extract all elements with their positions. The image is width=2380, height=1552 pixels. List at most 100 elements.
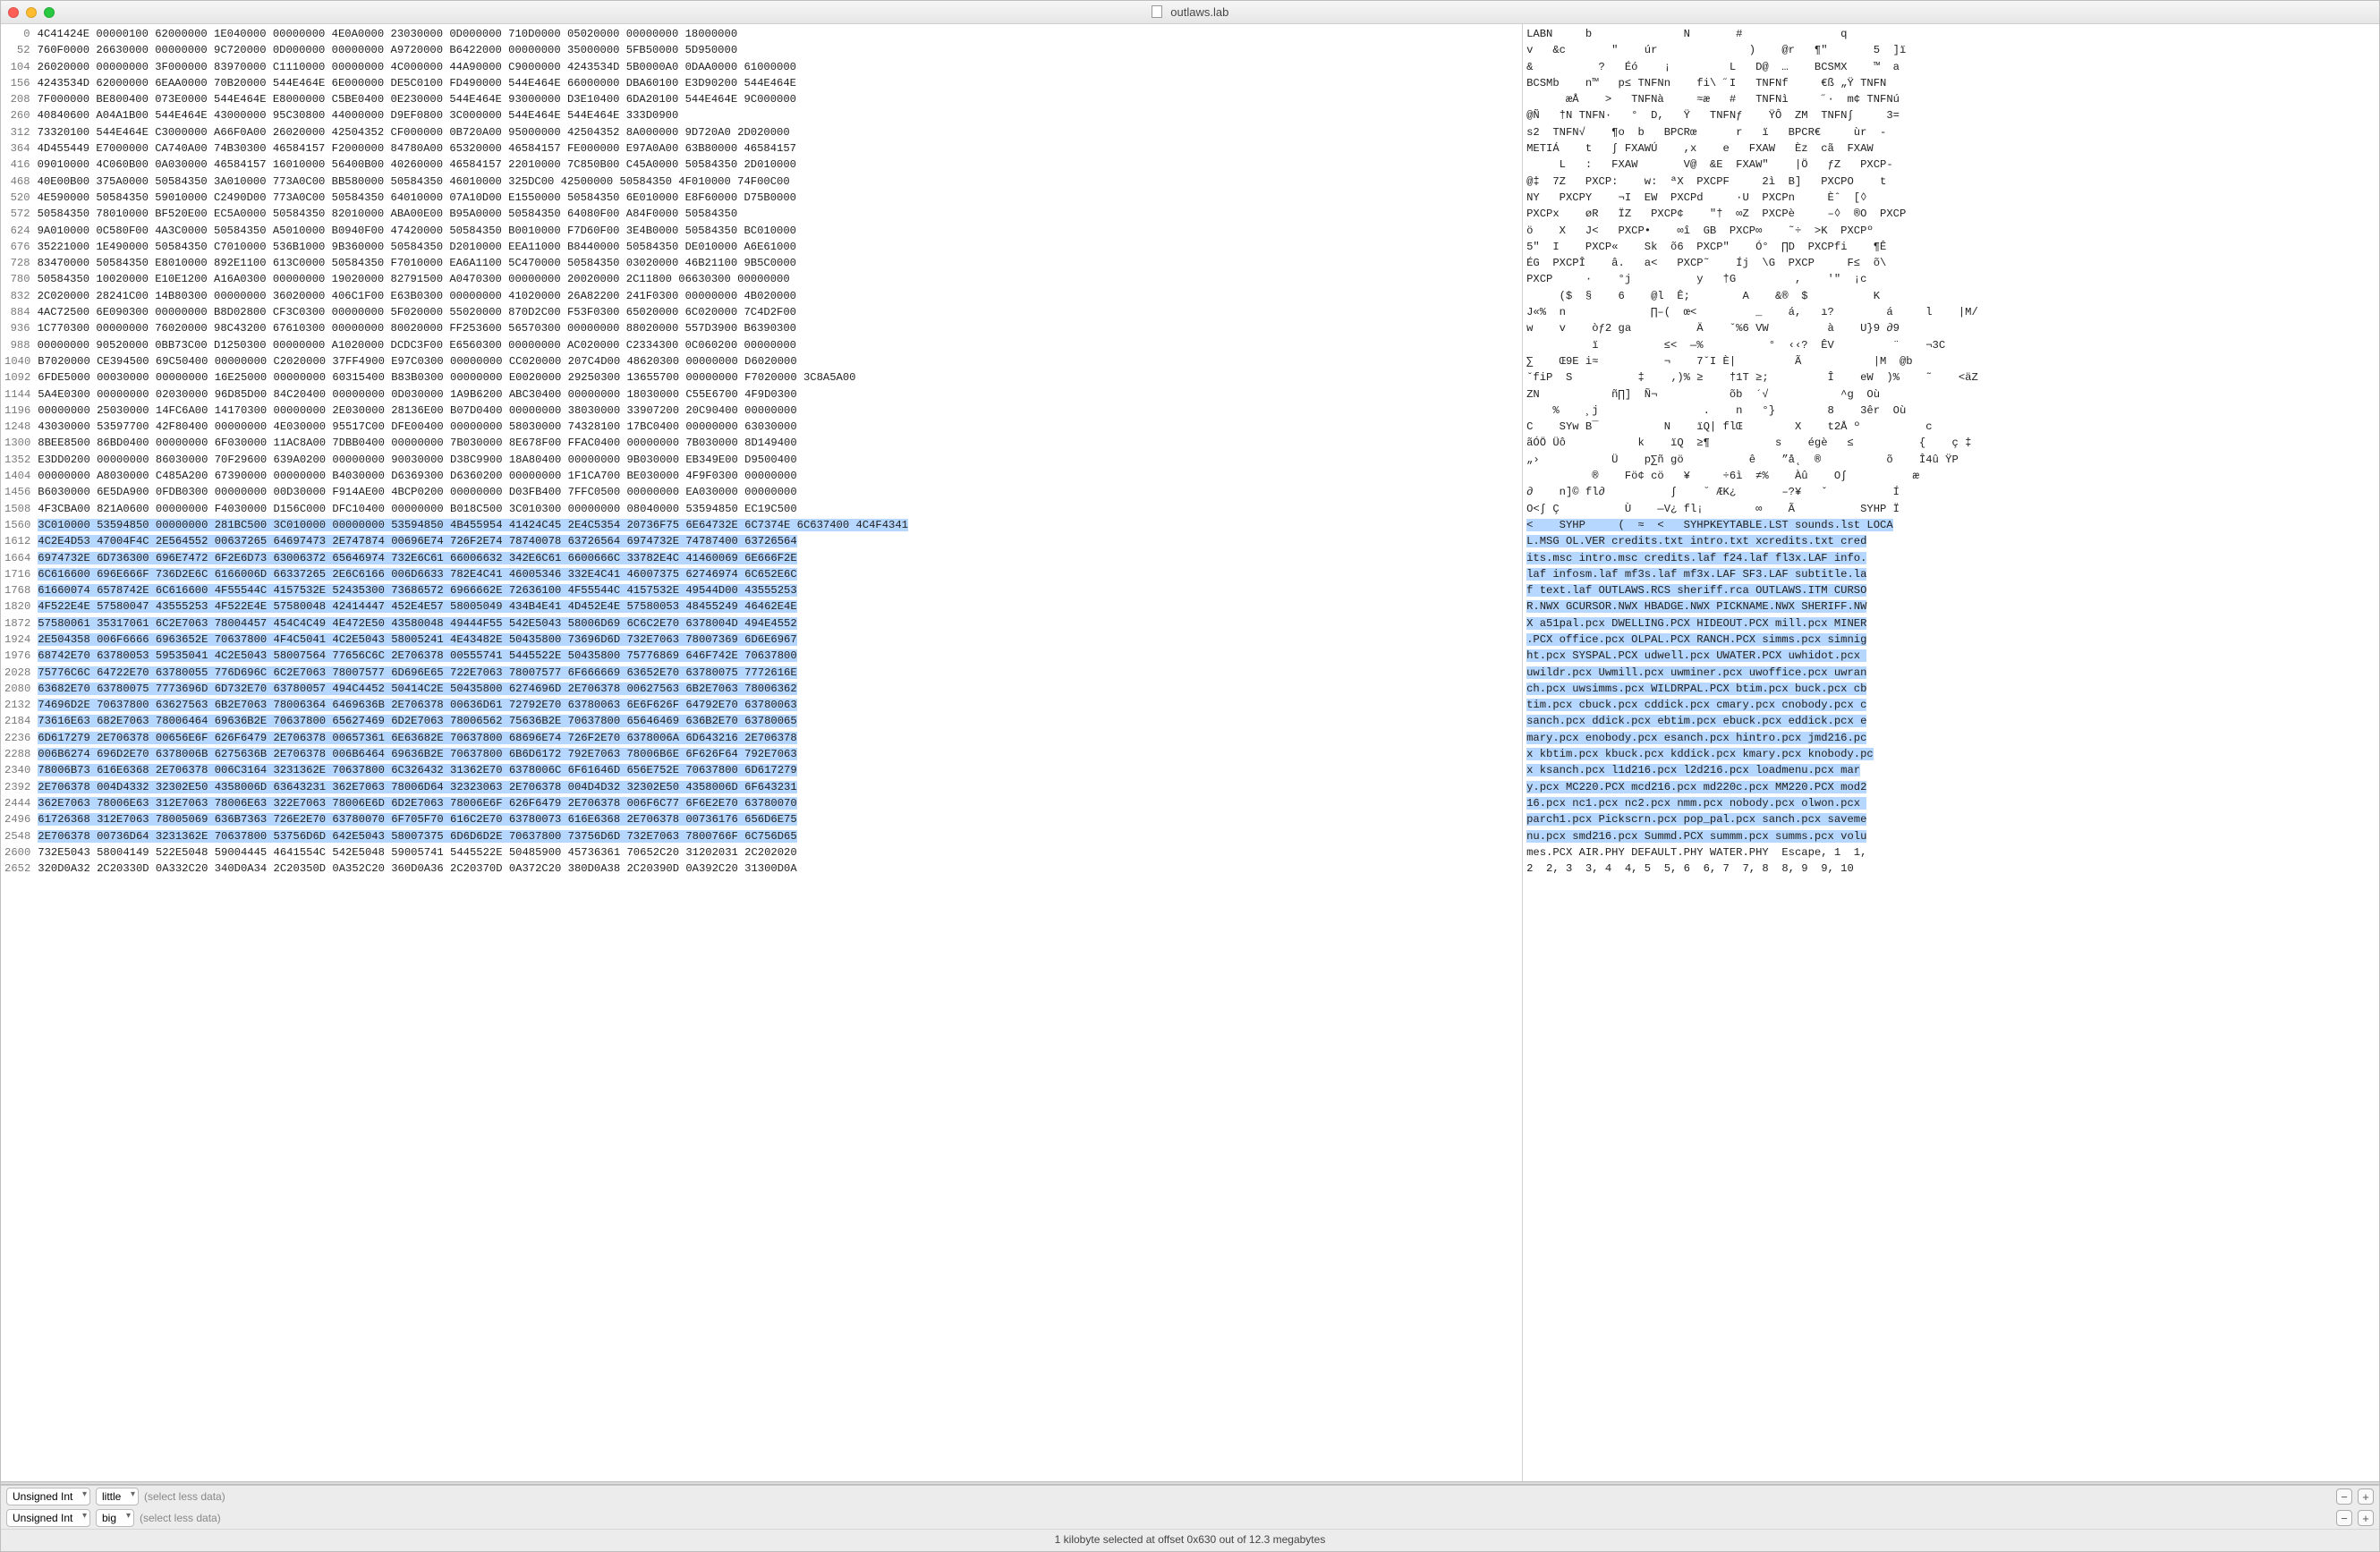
hex-row[interactable]: 41609010000 4C060B00 0A030000 46584157 1…: [4, 157, 1518, 173]
hex-row[interactable]: 1564243534D 62000000 6EAA0000 70B20000 5…: [4, 75, 1518, 91]
hex-bytes[interactable]: 43030000 53597700 42F80400 00000000 4E03…: [38, 420, 796, 433]
endian-select-1[interactable]: little: [96, 1488, 139, 1505]
ascii-row[interactable]: 5" I PXCP« Sk õ6 PXCP" Ó° ∏D PXCPfi ¶Ê: [1526, 239, 2376, 255]
ascii-text[interactable]: PXCPx øR ÏZ PXCP¢ "† ∞Z PXCPè –◊ ®O PXCP: [1526, 208, 1906, 220]
ascii-row[interactable]: æÅ > TNFNà ≈æ # TNFNì ˝· m¢ TNFNú: [1526, 91, 2376, 107]
ascii-text[interactable]: ® Fö¢ cö ¥ ÷6ì ≠% Àû O∫ æ: [1526, 470, 1919, 482]
hex-bytes[interactable]: 09010000 4C060B00 0A030000 46584157 1601…: [38, 158, 796, 171]
hex-row[interactable]: 2600732E5043 58004149 522E5048 59004445 …: [4, 844, 1518, 861]
ascii-row[interactable]: x ksanch.pcx l1d216.pcx l2d216.pcx loadm…: [1526, 762, 2376, 778]
ascii-text[interactable]: % ¸j . n °} 8 3êr Où: [1526, 404, 1906, 417]
ascii-text[interactable]: uwildr.pcx Uwmill.pcx uwminer.pcx uwoffi…: [1526, 666, 1866, 679]
ascii-row[interactable]: L : FXAW V@ &E FXAW" |Ö ƒZ PXCP-: [1526, 157, 2376, 173]
hex-bytes[interactable]: 78006B73 616E6368 2E706378 006C3164 3231…: [38, 764, 796, 776]
ascii-row[interactable]: 2 2, 3 3, 4 4, 5 5, 6 6, 7 7, 8 8, 9 9, …: [1526, 861, 2376, 877]
hex-row[interactable]: 176861660074 6578742E 6C616600 4F55544C …: [4, 582, 1518, 598]
hex-row[interactable]: 57250584350 78010000 BF520E00 EC5A0000 5…: [4, 206, 1518, 222]
hex-row[interactable]: 8322C020000 28241C00 14B80300 00000000 3…: [4, 288, 1518, 304]
hex-row[interactable]: 16646974732E 6D736300 696E7472 6F2E6D73 …: [4, 550, 1518, 566]
ascii-row[interactable]: PXCP · °j y †G , '" ¡c: [1526, 271, 2376, 287]
plus-button-1[interactable]: +: [2358, 1488, 2374, 1505]
hex-row[interactable]: 46840E00B00 375A0000 50584350 3A010000 7…: [4, 174, 1518, 190]
hex-row[interactable]: 2087F000000 BE800400 073E0000 544E464E E…: [4, 91, 1518, 107]
hex-row[interactable]: 1040B7020000 CE394500 69C50400 00000000 …: [4, 353, 1518, 369]
hex-row[interactable]: 67635221000 1E490000 50584350 C7010000 5…: [4, 239, 1518, 255]
hex-bytes[interactable]: 5A4E0300 00000000 02030000 96D85D00 84C2…: [38, 388, 796, 401]
ascii-text[interactable]: v &c " úr ) @r ¶" 5 ]ï: [1526, 44, 1906, 56]
hex-bytes[interactable]: 00000000 A8030000 C485A200 67390000 0000…: [38, 470, 796, 482]
hex-bytes[interactable]: 4F522E4E 57580047 43555253 4F522E4E 5758…: [38, 600, 796, 613]
ascii-row[interactable]: v &c " úr ) @r ¶" 5 ]ï: [1526, 42, 2376, 58]
hex-row[interactable]: 11445A4E0300 00000000 02030000 96D85D00 …: [4, 386, 1518, 403]
hex-bytes[interactable]: 40840600 A04A1B00 544E464E 43000000 95C3…: [38, 109, 679, 122]
hex-bytes[interactable]: 68742E70 63780053 59535041 4C2E5043 5800…: [38, 649, 796, 662]
ascii-text[interactable]: 16.pcx nc1.pcx nc2.pcx nmm.pcx nobody.pc…: [1526, 797, 1866, 810]
ascii-text[interactable]: X a51pal.pcx DWELLING.PCX HIDEOUT.PCX mi…: [1526, 617, 1866, 630]
ascii-text[interactable]: BCSMb n™ p≤ TNFNn fi\ ˝I TNFNf €ß „Ÿ TNF…: [1526, 77, 1886, 89]
ascii-row[interactable]: its.msc intro.msc credits.laf f24.laf fl…: [1526, 550, 2376, 566]
ascii-text[interactable]: @‡ 7Z PXCP: w: ªX PXCPF 2ì B] PXCPO t: [1526, 175, 1886, 188]
ascii-row[interactable]: uwildr.pcx Uwmill.pcx uwminer.pcx uwoffi…: [1526, 665, 2376, 681]
hex-bytes[interactable]: 75776C6C 64722E70 63780055 776D696C 6C2E…: [38, 666, 796, 679]
hex-bytes[interactable]: 74696D2E 70637800 63627563 6B2E7063 7800…: [38, 699, 796, 711]
hex-bytes[interactable]: 8BEE8500 86BD0400 00000000 6F030000 11AC…: [38, 437, 796, 449]
ascii-row[interactable]: ® Fö¢ cö ¥ ÷6ì ≠% Àû O∫ æ: [1526, 468, 2376, 484]
ascii-text[interactable]: mary.pcx enobody.pcx esanch.pcx hintro.p…: [1526, 732, 1866, 744]
ascii-row[interactable]: ãÓÖ Üô k ïQ ≥¶ s égè ≤ { ç ‡: [1526, 435, 2376, 451]
ascii-row[interactable]: @Ñ †N TNFN· ° D, Ÿ TNFNƒ ŸÔ ZM TNFN∫ 3=: [1526, 107, 2376, 123]
ascii-row[interactable]: O<∫ Ç Ù —V¿ fl¡ ∞ Ã SYHP Ï: [1526, 501, 2376, 517]
hex-bytes[interactable]: 26020000 00000000 3F000000 83970000 C111…: [38, 61, 796, 73]
hex-row[interactable]: 8844AC72500 6E090300 00000000 B8D02800 C…: [4, 304, 1518, 320]
ascii-text[interactable]: ch.pcx uwsimms.pcx WILDRPAL.PCX btim.pcx…: [1526, 683, 1866, 695]
hex-bytes[interactable]: 320D0A32 2C20330D 0A332C20 340D0A34 2C20…: [38, 862, 796, 875]
hex-row[interactable]: 98800000000 90520000 0BB73C00 D1250300 0…: [4, 337, 1518, 353]
hex-row[interactable]: 202875776C6C 64722E70 63780055 776D696C …: [4, 665, 1518, 681]
hex-bytes[interactable]: 63682E70 63780075 7773696D 6D732E70 6378…: [38, 683, 796, 695]
ascii-text[interactable]: ãÓÖ Üô k ïQ ≥¶ s égè ≤ { ç ‡: [1526, 437, 1971, 449]
hex-row[interactable]: 15084F3CBA00 821A0600 00000000 F4030000 …: [4, 501, 1518, 517]
hex-bytes[interactable]: 7F000000 BE800400 073E0000 544E464E E800…: [38, 93, 796, 106]
ascii-text[interactable]: s2 TNFN√ ¶o b BPCRœ r ï BPCR€ ùr -: [1526, 126, 1886, 139]
hex-bytes[interactable]: 760F0000 26630000 00000000 9C720000 0D00…: [38, 44, 738, 56]
ascii-row[interactable]: ht.pcx SYSPAL.PCX udwell.pcx UWATER.PCX …: [1526, 648, 2376, 664]
hex-row[interactable]: 10926FDE5000 00030000 00000000 16E25000 …: [4, 369, 1518, 386]
ascii-row[interactable]: parch1.pcx Pickscrn.pcx pop_pal.pcx sanc…: [1526, 811, 2376, 827]
ascii-row[interactable]: mary.pcx enobody.pcx esanch.pcx hintro.p…: [1526, 730, 2376, 746]
ascii-row[interactable]: sanch.pcx ddick.pcx ebtim.pcx ebuck.pcx …: [1526, 713, 2376, 729]
ascii-text[interactable]: parch1.pcx Pickscrn.pcx pop_pal.pcx sanc…: [1526, 813, 1866, 826]
hex-row[interactable]: 19242E504358 006F6666 6963652E 70637800 …: [4, 632, 1518, 648]
hex-bytes[interactable]: B6030000 6E5DA900 0FDB0300 00000000 00D3…: [38, 486, 796, 498]
ascii-text[interactable]: tim.pcx cbuck.pcx cddick.pcx cmary.pcx c…: [1526, 699, 1866, 711]
hex-row[interactable]: 15603C010000 53594850 00000000 281BC500 …: [4, 517, 1518, 533]
ascii-text[interactable]: NY PXCPY ¬I EW PXCPd ·U PXCPn Èˆ [◊: [1526, 191, 1866, 204]
ascii-text[interactable]: ZN ñ∏] Ñ¬ õb ´√ ^g Où: [1526, 388, 1880, 401]
ascii-row[interactable]: ˇfiP S ‡ ‚)% ≥ †1T ≥; Î eW )% ˜ <äZ: [1526, 369, 2376, 386]
ascii-text[interactable]: ∑ Œ9E i≈ ¬ 7ˇI È| Ã |M @b: [1526, 355, 1913, 368]
hex-bytes[interactable]: 73616E63 682E7063 78006464 69636B2E 7063…: [38, 715, 796, 727]
ascii-text[interactable]: ht.pcx SYSPAL.PCX udwell.pcx UWATER.PCX …: [1526, 649, 1866, 662]
hex-bytes[interactable]: 6D617279 2E706378 00656E6F 626F6479 2E70…: [38, 732, 796, 744]
hex-bytes[interactable]: 362E7063 78006E63 312E7063 78006E63 322E…: [38, 797, 796, 810]
hex-bytes[interactable]: 4F3CBA00 821A0600 00000000 F4030000 D156…: [38, 503, 796, 515]
hex-bytes[interactable]: 6974732E 6D736300 696E7472 6F2E6D73 6300…: [38, 552, 796, 564]
ascii-row[interactable]: LABN b N # q: [1526, 26, 2376, 42]
ascii-row[interactable]: x kbtim.pcx kbuck.pcx kddick.pcx kmary.p…: [1526, 746, 2376, 762]
ascii-text[interactable]: x kbtim.pcx kbuck.pcx kddick.pcx kmary.p…: [1526, 748, 1874, 760]
hex-row[interactable]: 18204F522E4E 57580047 43555253 4F522E4E …: [4, 598, 1518, 615]
hex-bytes[interactable]: 61726368 312E7063 78005069 636B7363 726E…: [38, 813, 796, 826]
ascii-row[interactable]: ($ § 6 @l Ê; A &® $ K: [1526, 288, 2376, 304]
hex-row[interactable]: 218473616E63 682E7063 78006464 69636B2E …: [4, 713, 1518, 729]
plus-button-2[interactable]: +: [2358, 1510, 2374, 1526]
hex-bytes[interactable]: B7020000 CE394500 69C50400 00000000 C202…: [38, 355, 796, 368]
ascii-row[interactable]: f text.laf OUTLAWS.RCS sheriff.rca OUTLA…: [1526, 582, 2376, 598]
hex-row[interactable]: 13008BEE8500 86BD0400 00000000 6F030000 …: [4, 435, 1518, 451]
hex-row[interactable]: 119600000000 25030000 14FC6A00 14170300 …: [4, 403, 1518, 419]
hex-bytes[interactable]: 00000000 90520000 0BB73C00 D1250300 0000…: [38, 339, 796, 352]
hex-bytes[interactable]: 50584350 10020000 E10E1200 A16A0300 0000…: [38, 273, 790, 285]
ascii-row[interactable]: BCSMb n™ p≤ TNFNn fi\ ˝I TNFNf €ß „Ÿ TNF…: [1526, 75, 2376, 91]
hex-row[interactable]: 04C41424E 00000100 62000000 1E040000 000…: [4, 26, 1518, 42]
ascii-text[interactable]: & ? Éó ¡ L D@ … BCSMX ™ a: [1526, 61, 1900, 73]
hex-row[interactable]: 5204E590000 50584350 59010000 C2490D00 7…: [4, 190, 1518, 206]
ascii-row[interactable]: ∂ n]© fl∂ ∫ ˘ ÆK¿ –?¥ ˇ Í: [1526, 484, 2376, 500]
ascii-text[interactable]: 2 2, 3 3, 4 4, 5 5, 6 6, 7 7, 8 8, 9 9, …: [1526, 862, 1854, 875]
